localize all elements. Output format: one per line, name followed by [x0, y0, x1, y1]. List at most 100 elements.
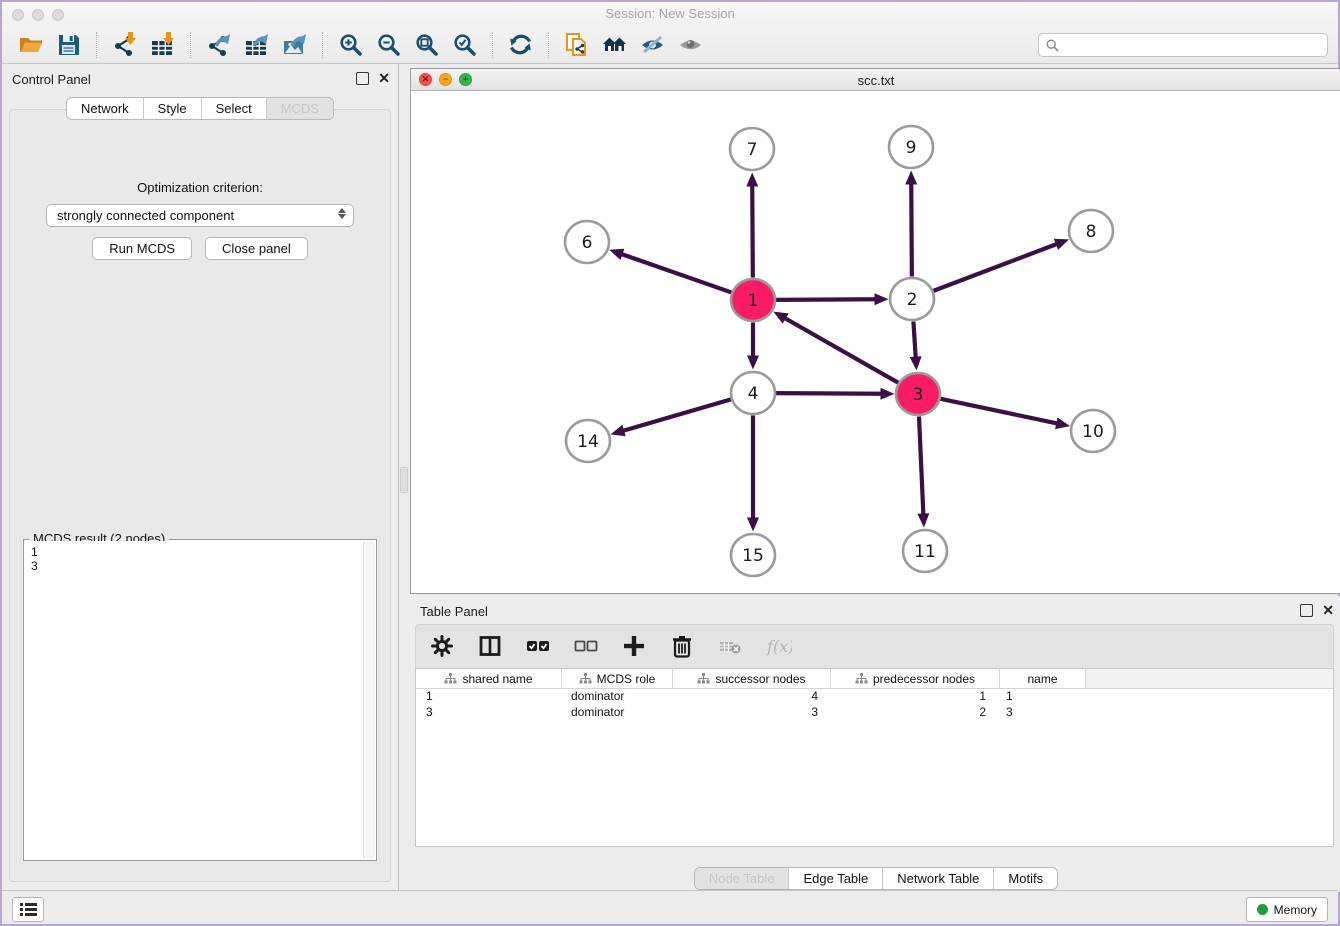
task-history-button[interactable]	[12, 897, 44, 922]
close-panel-icon[interactable]: ✕	[378, 73, 390, 84]
table-row[interactable]: 3dominator323	[416, 705, 1333, 721]
svg-text:14: 14	[577, 432, 599, 452]
graph-edge-1-6[interactable]	[609, 249, 732, 293]
network-canvas[interactable]: 7 9 6 8 1 2 4 3 14 10 15 11	[411, 91, 1340, 593]
result-scrollbar[interactable]	[363, 541, 375, 859]
tab-network[interactable]: Network	[67, 98, 143, 119]
home-neighbors-button[interactable]	[598, 30, 632, 60]
hide-eye-button[interactable]	[636, 30, 670, 60]
tab-mcds[interactable]: MCDS	[266, 98, 333, 119]
cell-shared-name[interactable]: 1	[416, 689, 561, 705]
table-tab-node-table[interactable]: Node Table	[695, 868, 789, 889]
cell-successor-nodes[interactable]: 4	[671, 689, 828, 705]
fx-button: f(x)	[766, 634, 792, 660]
show-eye-button[interactable]	[674, 30, 708, 60]
node-table: shared name MCDS role successor nodes pr…	[415, 668, 1334, 847]
mcds-result-text[interactable]: 1 3	[25, 541, 364, 859]
tab-style[interactable]: Style	[143, 98, 201, 119]
column-header-successor-nodes[interactable]: successor nodes	[673, 669, 831, 688]
criterion-select[interactable]: strongly connected component	[46, 204, 354, 227]
graph-edge-3-10[interactable]	[940, 399, 1070, 429]
zoom-out-button[interactable]	[372, 30, 406, 60]
column-header-name[interactable]: name	[1000, 669, 1086, 688]
graph-edge-4-3[interactable]	[775, 388, 894, 400]
toolbar-separator	[96, 32, 98, 58]
graph-node-6[interactable]: 6	[565, 221, 609, 263]
panel-splitter-handle[interactable]	[400, 467, 408, 493]
save-button[interactable]	[52, 30, 86, 60]
cell-shared-name[interactable]: 3	[416, 705, 561, 721]
trash-button[interactable]	[670, 634, 696, 660]
graph-node-2[interactable]: 2	[890, 278, 934, 320]
cell-name[interactable]: 3	[996, 705, 1081, 721]
column-header-MCDS-role[interactable]: MCDS role	[562, 669, 673, 688]
table-row[interactable]: 1dominator411	[416, 689, 1333, 705]
table-toolbar: f(x)	[415, 624, 1334, 668]
columns-button[interactable]	[478, 634, 504, 660]
control-panel-tabs: NetworkStyleSelectMCDS	[2, 97, 398, 120]
network-file-button[interactable]	[560, 30, 594, 60]
graph-node-11[interactable]: 11	[903, 530, 947, 572]
graph-node-15[interactable]: 15	[731, 534, 775, 576]
graph-edge-3-11[interactable]	[917, 416, 929, 527]
zoom-fit-button[interactable]	[410, 30, 444, 60]
export-network-button[interactable]	[202, 30, 236, 60]
open-folder-button[interactable]	[14, 30, 48, 60]
export-image-button[interactable]	[278, 30, 312, 60]
graph-edge-3-1[interactable]	[773, 312, 898, 383]
close-panel-button[interactable]: Close panel	[205, 237, 308, 260]
table-tab-network-table[interactable]: Network Table	[882, 868, 993, 889]
graph-edge-4-15[interactable]	[747, 416, 759, 532]
graph-edge-1-7[interactable]	[746, 172, 758, 277]
close-table-panel-icon[interactable]: ✕	[1322, 605, 1334, 616]
table-tab-edge-table[interactable]: Edge Table	[788, 868, 882, 889]
graph-node-3[interactable]: 3	[896, 373, 940, 415]
column-header-predecessor-nodes[interactable]: predecessor nodes	[831, 669, 1000, 688]
graph-edge-1-2[interactable]	[775, 293, 888, 305]
import-table-button[interactable]	[146, 30, 180, 60]
run-mcds-button[interactable]: Run MCDS	[92, 237, 192, 260]
graph-node-8[interactable]: 8	[1069, 210, 1113, 252]
zoom-in-button[interactable]	[334, 30, 368, 60]
float-table-panel-icon[interactable]	[1300, 604, 1313, 617]
graph-edge-2-9[interactable]	[905, 170, 917, 276]
cell-name[interactable]: 1	[996, 689, 1081, 705]
graph-edge-4-14[interactable]	[611, 399, 732, 436]
tab-select[interactable]: Select	[201, 98, 266, 119]
hide-eye-icon	[640, 32, 666, 58]
cell-predecessor-nodes[interactable]: 2	[828, 705, 996, 721]
export-network-icon	[206, 32, 232, 58]
graph-node-10[interactable]: 10	[1071, 410, 1115, 452]
graph-node-4[interactable]: 4	[731, 372, 775, 414]
zoom-selected-button[interactable]	[448, 30, 482, 60]
graph-edge-1-4[interactable]	[747, 323, 759, 370]
export-table-button[interactable]	[240, 30, 274, 60]
cell-MCDS-role[interactable]: dominator	[561, 689, 671, 705]
graph-edge-2-3[interactable]	[910, 321, 922, 370]
show-eye-icon	[678, 32, 704, 58]
cell-MCDS-role[interactable]: dominator	[561, 705, 671, 721]
gear-button[interactable]	[430, 634, 456, 660]
select-all-button[interactable]	[526, 634, 552, 660]
column-header-filler	[1086, 669, 1333, 688]
cell-successor-nodes[interactable]: 3	[671, 705, 828, 721]
graph-node-9[interactable]: 9	[889, 126, 933, 168]
mcds-tab-content: Optimization criterion: strongly connect…	[9, 109, 391, 882]
table-tab-motifs[interactable]: Motifs	[993, 868, 1057, 889]
search-box[interactable]	[1038, 33, 1328, 57]
graph-node-14[interactable]: 14	[566, 420, 610, 462]
column-header-shared-name[interactable]: shared name	[416, 669, 562, 688]
graph-node-7[interactable]: 7	[730, 128, 774, 170]
status-bar: Memory	[2, 890, 1338, 924]
search-input[interactable]	[1064, 37, 1327, 53]
refresh-button[interactable]	[504, 30, 538, 60]
add-button[interactable]	[622, 634, 648, 660]
list-icon	[20, 903, 37, 916]
deselect-all-button[interactable]	[574, 634, 600, 660]
float-panel-icon[interactable]	[356, 72, 369, 85]
graph-edge-2-8[interactable]	[933, 239, 1069, 291]
import-network-button[interactable]	[108, 30, 142, 60]
graph-node-1[interactable]: 1	[731, 279, 775, 321]
memory-button[interactable]: Memory	[1246, 897, 1328, 922]
cell-predecessor-nodes[interactable]: 1	[828, 689, 996, 705]
